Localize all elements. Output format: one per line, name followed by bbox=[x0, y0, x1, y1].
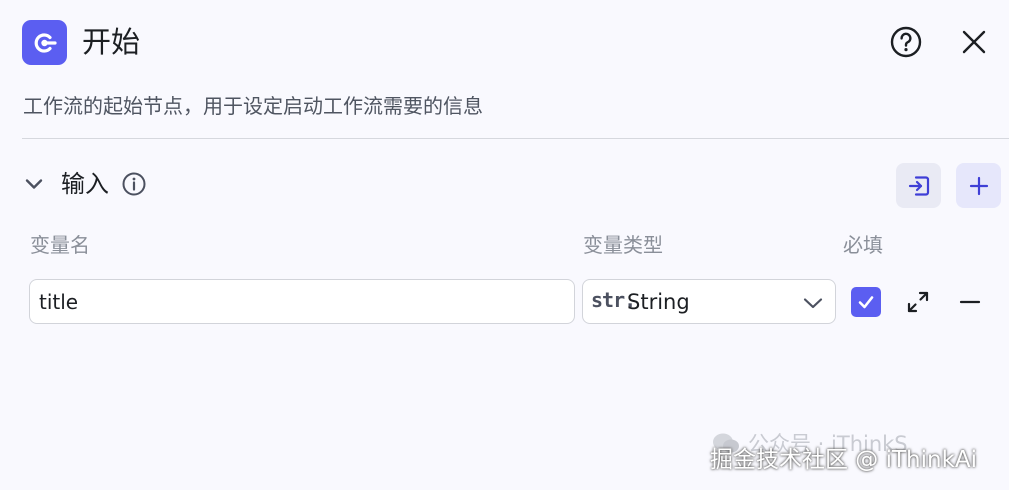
info-circle-icon[interactable] bbox=[121, 171, 147, 197]
input-section-header: 输入 bbox=[0, 160, 1009, 210]
divider bbox=[22, 138, 1009, 139]
column-header-type: 变量类型 bbox=[583, 233, 663, 257]
node-description: 工作流的起始节点，用于设定启动工作流需要的信息 bbox=[23, 94, 483, 118]
plus-icon bbox=[969, 176, 988, 195]
watermark: 公众号 · iThinkS 掘金技术社区 @ iThinkAi bbox=[710, 430, 1002, 480]
variable-type-select[interactable]: str. String bbox=[582, 279, 836, 324]
remove-variable-button[interactable] bbox=[957, 289, 983, 315]
expand-button[interactable] bbox=[905, 289, 931, 315]
help-button[interactable] bbox=[889, 25, 923, 59]
import-button[interactable] bbox=[896, 163, 941, 208]
chevron-down-icon bbox=[803, 298, 823, 309]
start-node-panel: 开始 工作流的起始节点，用于设定启动工作流需要的信息 输入 变量名 变量类型 必… bbox=[0, 0, 1009, 490]
column-header-required: 必填 bbox=[843, 233, 883, 257]
page-title: 开始 bbox=[82, 25, 141, 59]
variable-type-value: String bbox=[627, 290, 690, 314]
question-circle-icon bbox=[890, 26, 922, 58]
check-icon bbox=[858, 296, 874, 309]
column-header-name: 变量名 bbox=[30, 233, 90, 257]
close-icon bbox=[962, 30, 986, 54]
add-variable-button[interactable] bbox=[956, 163, 1001, 208]
minus-icon bbox=[959, 300, 981, 304]
panel-header: 开始 bbox=[0, 0, 1009, 88]
required-checkbox[interactable] bbox=[851, 287, 881, 317]
close-button[interactable] bbox=[957, 25, 991, 59]
start-node-icon bbox=[22, 20, 67, 65]
import-icon bbox=[908, 175, 929, 196]
expand-icon bbox=[907, 291, 929, 313]
chevron-down-icon bbox=[25, 179, 43, 189]
collapse-toggle[interactable] bbox=[22, 172, 46, 196]
variable-name-input[interactable] bbox=[29, 279, 575, 324]
section-title: 输入 bbox=[61, 170, 109, 198]
watermark-line-2: 掘金技术社区 @ iThinkAi bbox=[710, 447, 978, 473]
